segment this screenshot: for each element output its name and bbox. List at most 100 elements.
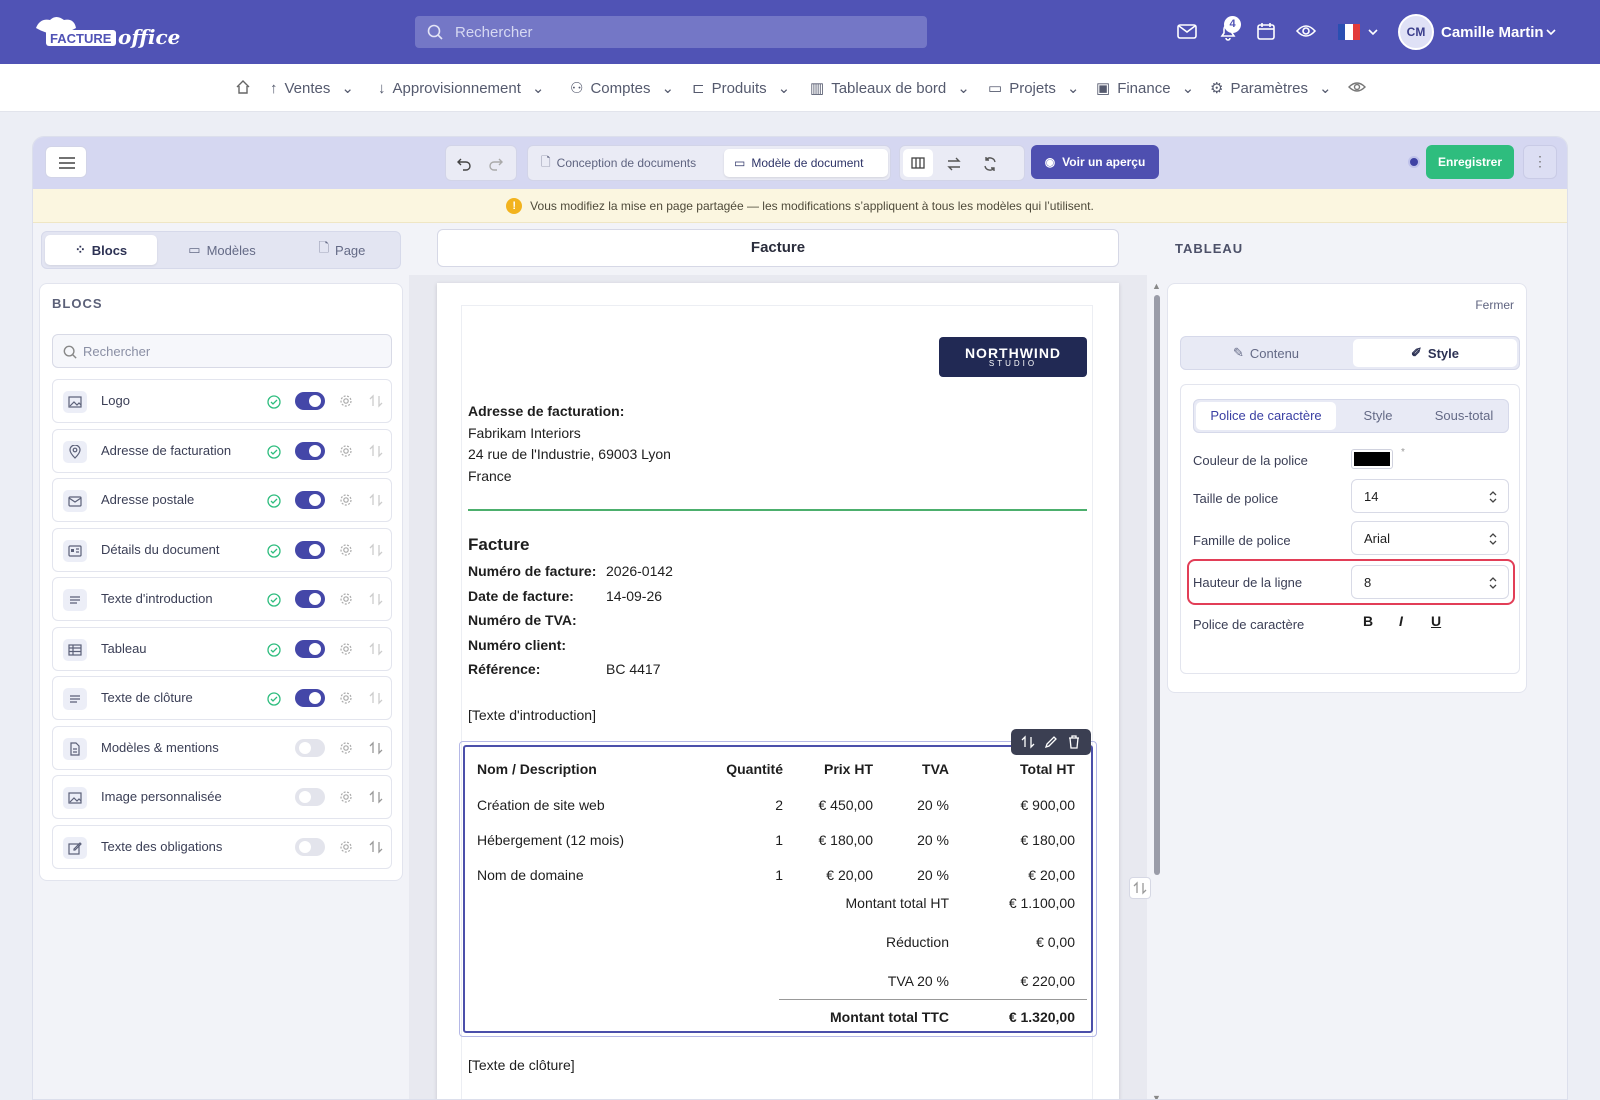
block-item-texte-des-obligations[interactable]: Texte des obligations	[52, 824, 392, 869]
gear-icon[interactable]	[339, 790, 353, 804]
intro-text-block[interactable]: [Texte d'introduction]	[468, 707, 596, 723]
block-item-texte-de-cloture[interactable]: Texte de clôture	[52, 676, 392, 720]
block-item-tableau[interactable]: Tableau	[52, 626, 392, 671]
block-item-modeles-mentions[interactable]: Modèles & mentions	[52, 725, 392, 770]
subtab-style[interactable]: Style	[1342, 402, 1414, 430]
gear-icon[interactable]	[339, 493, 353, 507]
gear-icon[interactable]	[339, 642, 353, 656]
sort-icon[interactable]	[369, 790, 383, 804]
pen-icon[interactable]	[1044, 735, 1058, 749]
nav-ventes[interactable]: ↑ Ventes ⌄	[270, 79, 354, 98]
gear-icon[interactable]	[339, 543, 353, 557]
block-toggle[interactable]	[295, 590, 325, 608]
more-options-button[interactable]: ⋮	[1523, 145, 1557, 179]
sort-icon[interactable]	[369, 839, 383, 854]
nav-finance[interactable]: ▣ Finance ⌄	[1096, 79, 1194, 98]
italic-button[interactable]: I	[1399, 613, 1403, 629]
nav-parametres[interactable]: ⚙ Paramètres ⌄	[1210, 79, 1332, 98]
nav-comptes[interactable]: ⚇ Comptes ⌄	[570, 79, 674, 98]
scroll-up-icon[interactable]: ▲	[1152, 281, 1161, 291]
calendar-icon[interactable]	[1255, 20, 1277, 42]
preview-button[interactable]: ◉ Voir un aperçu	[1031, 145, 1159, 179]
tab-style[interactable]: ✐ Style	[1353, 339, 1517, 367]
block-toggle[interactable]	[295, 392, 325, 410]
sort-icon[interactable]	[369, 394, 383, 408]
sort-icon[interactable]	[369, 493, 383, 507]
block-toggle[interactable]	[295, 689, 325, 707]
gear-icon[interactable]	[339, 691, 353, 705]
block-item-details-du-document[interactable]: Détails du document	[52, 527, 392, 572]
gear-icon[interactable]	[339, 394, 353, 408]
font-color-picker[interactable]	[1351, 449, 1393, 469]
block-toggle[interactable]	[295, 540, 325, 559]
font-size-select[interactable]: 14	[1351, 479, 1509, 513]
font-family-select[interactable]: Arial	[1351, 521, 1509, 555]
block-toggle[interactable]	[295, 639, 325, 658]
block-toggle[interactable]	[295, 788, 325, 806]
sort-icon[interactable]	[369, 542, 383, 557]
chevron-down-icon[interactable]	[1546, 28, 1556, 36]
closing-text-block[interactable]: [Texte de clôture]	[468, 1057, 575, 1073]
tab-modele[interactable]: ▭ Modèle de document	[724, 149, 888, 177]
nav-tableaux-de-bord[interactable]: ▥ Tableaux de bord ⌄	[810, 79, 970, 98]
bold-button[interactable]: B	[1363, 613, 1373, 629]
app-logo[interactable]: FACTURE office	[32, 14, 182, 50]
block-toggle[interactable]	[295, 837, 325, 856]
gear-icon[interactable]	[339, 444, 353, 458]
nav-approvisionnement[interactable]: ↓ Approvisionnement ⌄	[378, 79, 545, 98]
columns-button[interactable]	[903, 149, 933, 177]
eye-icon[interactable]	[1348, 79, 1366, 95]
sort-icon[interactable]	[369, 443, 383, 458]
scroll-down-icon[interactable]: ▼	[1152, 1093, 1161, 1099]
gear-icon[interactable]	[339, 592, 353, 606]
tab-page[interactable]: 🗋 Page	[286, 235, 398, 265]
tab-modeles[interactable]: ▭ Modèles	[164, 235, 280, 265]
table-block-selection[interactable]: Nom / Description Quantité Prix HT TVA Total…	[459, 741, 1097, 1037]
language-flag-icon[interactable]	[1338, 24, 1360, 40]
swap-icon[interactable]	[946, 156, 962, 172]
line-height-select[interactable]: 8	[1351, 565, 1509, 599]
block-toggle[interactable]	[295, 491, 325, 509]
avatar[interactable]: CM	[1398, 14, 1434, 50]
block-item-adresse-postale[interactable]: Adresse postale	[52, 478, 392, 522]
undo-icon[interactable]	[456, 156, 472, 172]
subtab-police[interactable]: Police de caractère	[1196, 402, 1336, 430]
underline-button[interactable]: U	[1431, 613, 1441, 629]
canvas-scrollbar[interactable]: ▲ ▼	[1151, 281, 1163, 1099]
block-item-adresse-de-facturation[interactable]: Adresse de facturation	[52, 428, 392, 473]
tab-conception[interactable]: 🗋 Conception de documents	[531, 149, 706, 177]
close-button[interactable]: Fermer	[1475, 298, 1514, 312]
gear-icon[interactable]	[339, 840, 353, 854]
move-icon[interactable]	[1021, 735, 1035, 749]
menu-button[interactable]	[45, 146, 87, 178]
block-toggle[interactable]	[295, 738, 325, 757]
nav-projets[interactable]: ▭ Projets ⌄	[988, 79, 1079, 98]
scrollbar-thumb[interactable]	[1154, 295, 1160, 875]
refresh-icon[interactable]	[982, 156, 998, 172]
subtab-sous-total[interactable]: Sous-total	[1420, 402, 1508, 430]
gear-icon[interactable]	[339, 741, 353, 755]
sort-icon[interactable]	[369, 641, 383, 656]
tab-contenu[interactable]: ✎ Contenu	[1183, 339, 1349, 367]
mail-icon[interactable]	[1176, 20, 1198, 42]
redo-icon[interactable]	[488, 156, 504, 172]
invoice-table[interactable]: Nom / Description Quantité Prix HT TVA Total…	[463, 745, 1093, 1033]
block-toggle[interactable]	[295, 441, 325, 460]
trash-icon[interactable]	[1067, 735, 1081, 749]
block-item-logo[interactable]: Logo	[52, 379, 392, 423]
billing-address-block[interactable]: Adresse de facturation: Fabrikam Interio…	[468, 401, 671, 487]
tab-blocs[interactable]: ⁘ Blocs	[45, 235, 157, 265]
sort-icon[interactable]	[369, 592, 383, 606]
chevron-down-icon[interactable]	[1368, 28, 1378, 36]
company-logo[interactable]: NORTHWIND STUDIO	[939, 337, 1087, 377]
global-search[interactable]: Rechercher	[415, 16, 927, 48]
block-item-texte-d-introduction[interactable]: Texte d'introduction	[52, 577, 392, 621]
blocks-search-input[interactable]: Rechercher	[52, 334, 392, 368]
reorder-handle[interactable]	[1129, 877, 1151, 899]
eye-icon[interactable]	[1295, 20, 1317, 42]
nav-produits[interactable]: ⊏ Produits ⌄	[692, 79, 790, 98]
user-name[interactable]: Camille Martin	[1441, 24, 1544, 41]
sort-icon[interactable]	[369, 740, 383, 755]
block-item-image-personnalisee[interactable]: Image personnalisée	[52, 775, 392, 819]
save-button[interactable]: Enregistrer	[1426, 145, 1514, 179]
